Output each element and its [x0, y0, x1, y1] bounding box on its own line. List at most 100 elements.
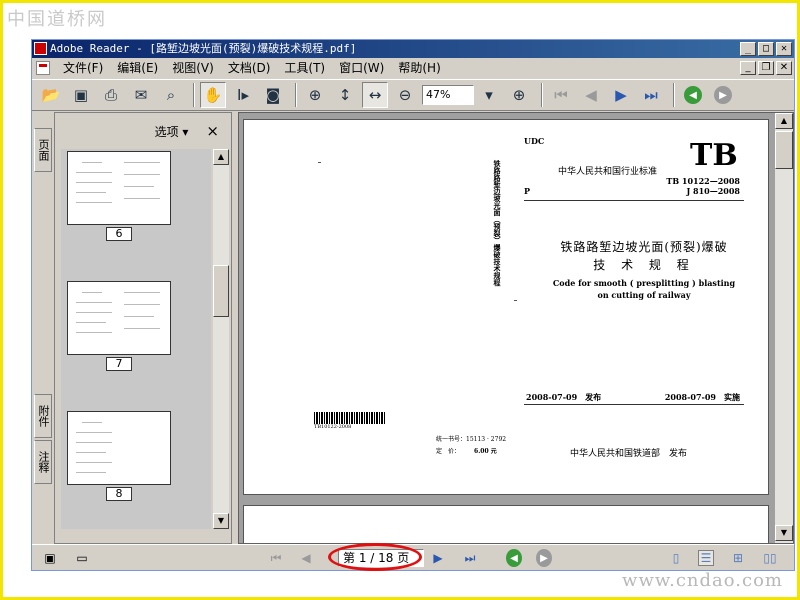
document-view: UDC 中华人民共和国行业标准 TB P TB 10122—2008 J 810…: [238, 112, 794, 544]
forward-icon[interactable]: ▶: [710, 82, 736, 108]
menu-document[interactable]: 文档(D): [221, 58, 278, 78]
zoom-plus-icon[interactable]: ⊕: [506, 82, 532, 108]
facing-icon[interactable]: ⊞: [730, 550, 746, 566]
pages-panel: 选项 ▾ × 6 7 8 ▲ ▼: [54, 112, 232, 544]
scroll-thumb[interactable]: [213, 265, 229, 317]
pdf-page: UDC 中华人民共和国行业标准 TB P TB 10122—2008 J 810…: [243, 119, 769, 495]
toolbar: 📂 ▣ ⎙ ✉ ⌕ ✋ I▸ ◙ ⊕ ↕ ↔ ⊖ 47% ▾ ⊕ ⏮ ◀ ▶ ⏭…: [32, 79, 794, 111]
thumbnail-label: 7: [106, 357, 132, 371]
adobe-reader-icon: [34, 42, 47, 55]
scroll-down-icon[interactable]: ▼: [775, 525, 793, 541]
single-page-icon[interactable]: ▯: [668, 550, 684, 566]
prev-page-icon[interactable]: ◀: [298, 550, 314, 566]
scroll-up-icon[interactable]: ▲: [775, 113, 793, 129]
doc-close-button[interactable]: ✕: [776, 61, 792, 75]
publish-date: 2008-07-09 发布: [526, 392, 602, 402]
next-page-icon[interactable]: ▶: [430, 550, 446, 566]
thumbnail-image: [67, 151, 171, 225]
tb-mark: TB: [690, 138, 738, 173]
tab-attachments[interactable]: 附件: [34, 394, 52, 438]
menu-help[interactable]: 帮助(H): [391, 58, 447, 78]
thumbnail-page-7[interactable]: 7: [67, 281, 171, 371]
title-chinese-2: 技 术 规 程: [593, 258, 695, 272]
top-watermark: 中国道桥网: [7, 9, 107, 30]
print-icon[interactable]: ⎙: [98, 82, 124, 108]
title-chinese-1: 铁路路堑边坡光面(预裂)爆破: [560, 240, 728, 254]
scroll-up-icon[interactable]: ▲: [213, 149, 229, 165]
continuous-icon[interactable]: ☰: [698, 550, 714, 566]
search-icon[interactable]: ⌕: [158, 82, 184, 108]
scroll-thumb[interactable]: [775, 131, 793, 169]
menu-bar: 文件(F) 编辑(E) 视图(V) 文档(D) 工具(T) 窗口(W) 帮助(H…: [32, 58, 794, 78]
page-size-icon[interactable]: ▭: [74, 550, 90, 566]
select-text-icon[interactable]: I▸: [230, 82, 256, 108]
doc-restore-button[interactable]: ❐: [758, 61, 774, 75]
hand-icon[interactable]: ✋: [200, 82, 226, 108]
divider: [524, 404, 744, 405]
tab-comments[interactable]: 注释: [34, 440, 52, 484]
thumbnail-image: [67, 411, 171, 485]
price: 定 价： 6.00 元: [436, 446, 497, 455]
thumbnail-scrollbar[interactable]: ▲ ▼: [213, 149, 229, 529]
thumbnail-list: 6 7 8: [61, 149, 211, 529]
menu-tools[interactable]: 工具(T): [277, 58, 332, 78]
udc-label: UDC: [524, 136, 545, 146]
fit-page-icon[interactable]: ↕: [332, 82, 358, 108]
continuous-facing-icon[interactable]: ▯▯: [762, 550, 778, 566]
divider: [524, 200, 744, 201]
prev-page-icon[interactable]: ◀: [578, 82, 604, 108]
implement-date: 2008-07-09 实施: [664, 392, 740, 402]
barcode-number: TB10122-2008: [314, 424, 352, 430]
standard-code: TB 10122—2008: [666, 176, 740, 186]
open-icon[interactable]: 📂: [38, 82, 64, 108]
document-scrollbar[interactable]: ▲ ▼: [775, 113, 793, 543]
reader-window: Adobe Reader - [路堑边坡光面(预裂)爆破技术规程.pdf] _ …: [31, 39, 795, 571]
title-english-1: Code for smooth ( presplitting ) blastin…: [552, 278, 736, 288]
thumbnail-label: 6: [106, 227, 132, 241]
back-icon[interactable]: ◀: [680, 82, 706, 108]
scan-mark: [514, 300, 517, 301]
navigation-pane-icon[interactable]: ▣: [42, 550, 58, 566]
bottom-watermark: www.cndao.com: [622, 570, 783, 591]
first-page-icon[interactable]: ⏮: [268, 550, 284, 566]
zoom-dropdown-icon[interactable]: ▾: [476, 82, 502, 108]
price-label: 定 价：: [436, 448, 461, 455]
scroll-down-icon[interactable]: ▼: [213, 513, 229, 529]
thumbnail-label: 8: [106, 487, 132, 501]
document-icon[interactable]: [36, 61, 50, 75]
snapshot-icon[interactable]: ◙: [260, 82, 286, 108]
price-value: 6.00 元: [474, 448, 497, 455]
navigation-tabs: 页面 附件 注释: [32, 112, 54, 544]
zoom-in-icon[interactable]: ⊕: [302, 82, 328, 108]
screenshot-frame: 中国道桥网 www.cndao.com Adobe Reader - [路堑边坡…: [0, 0, 800, 600]
tab-pages[interactable]: 页面: [34, 128, 52, 172]
title-bar[interactable]: Adobe Reader - [路堑边坡光面(预裂)爆破技术规程.pdf] _ …: [32, 40, 794, 58]
zoom-input[interactable]: 47%: [422, 85, 474, 105]
next-page-icon[interactable]: ▶: [608, 82, 634, 108]
fit-width-icon[interactable]: ↔: [362, 82, 388, 108]
back-icon[interactable]: ◀: [506, 549, 522, 567]
doc-minimize-button[interactable]: _: [740, 61, 756, 75]
forward-icon[interactable]: ▶: [536, 549, 552, 567]
menu-file[interactable]: 文件(F): [56, 58, 110, 78]
menu-view[interactable]: 视图(V): [165, 58, 221, 78]
minimize-button[interactable]: _: [740, 42, 756, 56]
scan-mark: [318, 162, 321, 163]
last-page-icon[interactable]: ⏭: [638, 82, 664, 108]
zoom-out-icon[interactable]: ⊖: [392, 82, 418, 108]
thumbnail-image: [67, 281, 171, 355]
maximize-button[interactable]: □: [758, 42, 774, 56]
email-icon[interactable]: ✉: [128, 82, 154, 108]
last-page-icon[interactable]: ⏭: [462, 550, 478, 566]
pdf-next-page: [243, 505, 769, 543]
first-page-icon[interactable]: ⏮: [548, 82, 574, 108]
highlight-oval: [328, 543, 422, 571]
close-panel-icon[interactable]: ×: [206, 122, 219, 140]
menu-edit[interactable]: 编辑(E): [110, 58, 165, 78]
thumbnail-page-8[interactable]: 8: [67, 411, 171, 501]
thumbnail-page-6[interactable]: 6: [67, 151, 171, 241]
menu-window[interactable]: 窗口(W): [332, 58, 391, 78]
options-menu[interactable]: 选项 ▾: [155, 123, 189, 140]
close-button[interactable]: ✕: [776, 42, 792, 56]
save-icon[interactable]: ▣: [68, 82, 94, 108]
